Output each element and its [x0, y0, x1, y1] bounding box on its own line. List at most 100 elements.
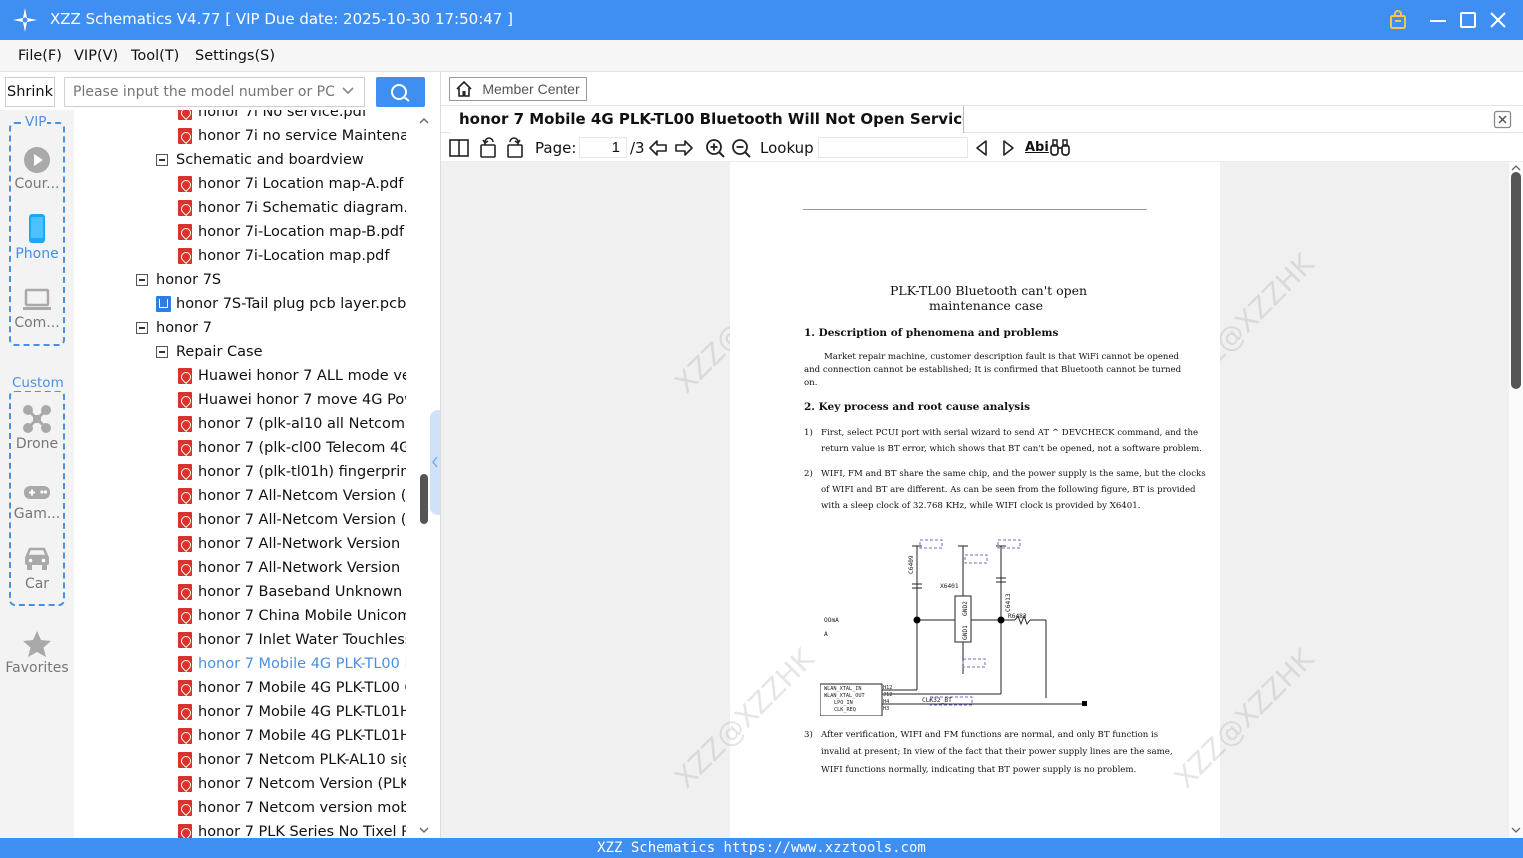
pdf-page[interactable]: PLK-TL00 Bluetooth can't open maintenanc… — [730, 162, 1220, 838]
tree-pdf-file[interactable]: honor 7 Mobile 4G PLK-TL01H S — [74, 724, 418, 748]
tree-pdf-file[interactable]: honor 7 China Mobile Unicom 4 — [74, 604, 418, 628]
title-bar: XZZ Schematics V4.77 [ VIP Due date: 202… — [0, 0, 1523, 40]
tree-pdf-file[interactable]: honor 7 Mobile 4G PLK-TL00 Bl — [74, 652, 418, 676]
tree-pdf-file[interactable]: honor 7i No service.pdf — [74, 110, 418, 124]
category-courses[interactable]: Cour... — [0, 146, 74, 192]
tree-pdf-file[interactable]: Huawei honor 7 move 4G Power — [74, 388, 418, 412]
pdf-file-icon — [178, 416, 192, 432]
chevron-down-icon[interactable] — [342, 85, 354, 97]
tree-pdf-file[interactable]: honor 7 Netcom PLK-AL10 sign — [74, 748, 418, 772]
tree-pdf-file[interactable]: honor 7 Netcom version mobile — [74, 796, 418, 820]
tree-pdf-file[interactable]: honor 7i-Location map-B.pdf — [74, 220, 418, 244]
tree-pdf-file[interactable]: honor 7 (plk-tl01h) fingerprint — [74, 460, 418, 484]
menu-tool[interactable]: Tool(T) — [131, 48, 179, 64]
tree-pdf-file[interactable]: honor 7 Baseband Unknown Ca — [74, 580, 418, 604]
menu-vip[interactable]: VIP(V) — [74, 48, 118, 64]
tree-pdf-file[interactable]: Huawei honor 7 ALL mode version — [74, 364, 418, 388]
category-label: Gam... — [13, 506, 61, 522]
tree-folder[interactable]: Repair Case — [74, 340, 418, 364]
minimize-icon[interactable] — [1426, 8, 1450, 32]
tree-pdf-file[interactable]: honor 7 (plk-cl00 Telecom 4G) i — [74, 436, 418, 460]
tree-pdf-file[interactable]: honor 7 PLK Series No Tixel Rep — [74, 820, 418, 838]
document-viewer[interactable]: XZZ@XZZHK XZZ@XZZHK PLK-TL00 Bluetooth c… — [441, 162, 1523, 838]
sidebar-toggle-icon[interactable] — [448, 137, 470, 159]
category-game[interactable]: Gam... — [0, 482, 74, 522]
lookup-input[interactable] — [818, 137, 968, 158]
star-icon — [23, 631, 51, 657]
tree-pdf-file[interactable]: honor 7 All-Network Version (P — [74, 556, 418, 580]
doc-paragraph: of WIFI and BT are different. As can be … — [821, 485, 1196, 495]
tree-scrollbar-thumb[interactable] — [420, 474, 428, 524]
rotate-right-icon[interactable] — [504, 137, 526, 159]
tree-pdf-file[interactable]: honor 7 All-Netcom Version (PL — [74, 484, 418, 508]
member-center-button[interactable]: Member Center — [449, 77, 587, 101]
pdf-file-icon — [178, 392, 192, 408]
ocr-text-icon[interactable]: Abi — [1025, 140, 1049, 155]
category-favorites[interactable]: Favorites — [0, 630, 74, 676]
category-drone[interactable]: Drone — [0, 404, 74, 452]
header-rule — [803, 209, 1147, 210]
tree-folder[interactable]: honor 7 — [74, 316, 418, 340]
page-number-input[interactable] — [579, 137, 627, 158]
tree-pdf-file[interactable]: honor 7 (plk-al10 all Netcom) d — [74, 412, 418, 436]
search-input[interactable] — [64, 77, 365, 107]
next-page-icon[interactable] — [673, 137, 695, 159]
tree-pdf-file[interactable]: honor 7i Schematic diagram.pdf — [74, 196, 418, 220]
tree-item-label: honor 7 Netcom version mobile — [198, 800, 406, 816]
category-computer[interactable]: Com... — [0, 287, 74, 331]
category-label: Favorites — [5, 660, 69, 676]
collapse-icon[interactable] — [136, 322, 148, 334]
category-label: Car — [24, 576, 50, 592]
tree-folder[interactable]: Schematic and boardview — [74, 148, 418, 172]
tree-pdf-file[interactable]: honor 7 Mobile 4G PLK-TL00 Ca — [74, 676, 418, 700]
pdf-file-icon — [178, 536, 192, 552]
pdf-file-icon — [178, 800, 192, 816]
find-previous-icon[interactable] — [971, 137, 993, 159]
tree-pdf-file[interactable]: honor 7 Inlet Water Touchless, I — [74, 628, 418, 652]
close-icon[interactable] — [1486, 8, 1510, 32]
tree-pdf-file[interactable]: honor 7i-Location map.pdf — [74, 244, 418, 268]
collapse-icon[interactable] — [156, 154, 168, 166]
schematic-label: GND2 — [962, 601, 969, 616]
tree-pdf-file[interactable]: honor 7 Mobile 4G PLK-TL01H I — [74, 700, 418, 724]
tree-pdf-file[interactable]: honor 7i Location map-A.pdf — [74, 172, 418, 196]
tree-item-label: honor 7i-Location map.pdf — [198, 248, 390, 264]
tree-folder[interactable]: honor 7S — [74, 268, 418, 292]
tree-pdf-file[interactable]: honor 7 Netcom Version (PLK-A — [74, 772, 418, 796]
document-scrollbar-thumb[interactable] — [1511, 172, 1521, 389]
tree-pdf-file[interactable]: honor 7 All-Netcom Version (PL — [74, 508, 418, 532]
doc-paragraph: WIFI functions normally, indicating that… — [821, 765, 1137, 775]
find-next-icon[interactable] — [997, 137, 1019, 159]
previous-page-icon[interactable] — [647, 137, 669, 159]
doc-paragraph: on. — [804, 378, 818, 388]
tree-pdf-file[interactable]: honor 7i no service Maintenance — [74, 124, 418, 148]
pdf-file-icon — [178, 776, 192, 792]
category-label: Com... — [14, 315, 60, 331]
rotate-left-icon[interactable] — [477, 137, 499, 159]
panel-collapse-handle[interactable] — [430, 410, 440, 515]
category-car[interactable]: Car — [0, 546, 74, 592]
maximize-icon[interactable] — [1456, 8, 1480, 32]
close-tab-icon[interactable] — [1493, 110, 1512, 129]
doc-paragraph: After verification, WIFI and FM function… — [821, 730, 1159, 740]
zoom-out-icon[interactable] — [730, 137, 752, 159]
collapse-icon[interactable] — [136, 274, 148, 286]
bag-icon[interactable] — [1386, 8, 1410, 32]
menu-settings[interactable]: Settings(S) — [195, 48, 275, 64]
search-button[interactable] — [376, 77, 425, 107]
tree-pcb-file[interactable]: honor 7S-Tail plug pcb layer.pcb — [74, 292, 418, 316]
pdf-file-icon — [178, 560, 192, 576]
collapse-icon[interactable] — [156, 346, 168, 358]
tree-pdf-file[interactable]: honor 7 All-Network Version (P — [74, 532, 418, 556]
tree-item-label: honor 7 — [156, 320, 212, 336]
menu-file[interactable]: File(F) — [18, 48, 62, 64]
binoculars-icon[interactable] — [1049, 137, 1071, 159]
tree-item-label: honor 7 (plk-al10 all Netcom) d — [198, 416, 406, 432]
shrink-button[interactable]: Shrink — [5, 77, 55, 107]
document-tab[interactable]: honor 7 Mobile 4G PLK-TL00 Bluetooth Wil… — [450, 106, 964, 133]
zoom-in-icon[interactable] — [704, 137, 726, 159]
tree-item-label: honor 7S — [156, 272, 222, 288]
pdf-file-icon — [178, 248, 192, 264]
category-phone[interactable]: Phone — [0, 214, 74, 262]
schematic-label: X6401 — [940, 583, 959, 590]
